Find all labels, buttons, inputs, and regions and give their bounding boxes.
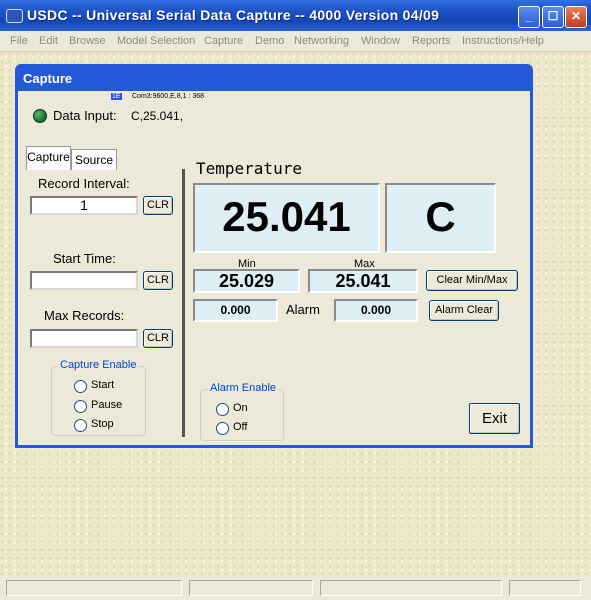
status-panel-3 — [320, 580, 502, 596]
app-icon — [6, 9, 23, 23]
menu-capture[interactable]: Capture — [204, 35, 243, 47]
max-records-label: Max Records: — [44, 308, 125, 323]
reading-unit: C — [385, 183, 496, 253]
max-value: 25.041 — [308, 269, 418, 293]
menu-window[interactable]: Window — [361, 35, 400, 47]
close-button[interactable]: ✕ — [565, 6, 587, 28]
com-settings: Com3:9600,E,8,1 : 368 — [132, 93, 204, 100]
exit-button[interactable]: Exit — [469, 403, 520, 434]
alarm-label: Alarm — [286, 302, 320, 317]
menu-browse[interactable]: Browse — [69, 35, 106, 47]
reading-value: 25.041 — [193, 183, 380, 253]
record-interval-label: Record Interval: — [38, 176, 130, 191]
start-time-clr-button[interactable]: CLR — [143, 271, 173, 290]
status-panel-1 — [6, 580, 182, 596]
status-panel-2 — [189, 580, 313, 596]
menu-bar: File Edit Browse Model Selection Capture… — [0, 31, 591, 52]
tab-source[interactable]: Source — [71, 149, 117, 170]
title-bar: USDC -- Universal Serial Data Capture --… — [0, 0, 591, 31]
data-input-value: C,25.041, — [131, 109, 184, 123]
menu-reports[interactable]: Reports — [412, 35, 451, 47]
alarm-off-radio[interactable] — [216, 422, 229, 435]
alarm-off-label: Off — [233, 421, 248, 433]
maximize-button[interactable]: ☐ — [542, 6, 564, 28]
minimize-button[interactable]: _ — [518, 6, 540, 28]
capture-window: Capture 1E Com3:9600,E,8,1 : 368 Data In… — [15, 64, 533, 448]
window-title: USDC -- Universal Serial Data Capture --… — [27, 7, 440, 23]
alarm-clear-button[interactable]: Alarm Clear — [429, 300, 499, 321]
menu-edit[interactable]: Edit — [39, 35, 58, 47]
max-records-clr-button[interactable]: CLR — [143, 329, 173, 348]
capture-stop-radio[interactable] — [74, 419, 87, 432]
menu-file[interactable]: File — [10, 35, 28, 47]
record-interval-clr-button[interactable]: CLR — [143, 196, 173, 215]
clear-min-max-button[interactable]: Clear Min/Max — [426, 270, 518, 291]
capture-settings-panel: Capture Source Record Interval: 1 CLR St… — [26, 146, 185, 439]
alarm-low-value[interactable]: 0.000 — [193, 299, 278, 322]
status-panel-4 — [509, 580, 581, 596]
alarm-on-label: On — [233, 402, 248, 414]
capture-start-label: Start — [91, 379, 115, 391]
data-input-label: Data Input: — [53, 108, 117, 123]
max-records-input[interactable] — [30, 329, 138, 348]
capture-pause-label: Pause — [91, 399, 123, 411]
menu-model-selection[interactable]: Model Selection — [117, 35, 195, 47]
record-interval-input[interactable]: 1 — [30, 196, 138, 215]
start-time-label: Start Time: — [53, 251, 116, 266]
tab-capture[interactable]: Capture — [26, 146, 71, 170]
reading-label: Temperature — [196, 159, 302, 178]
min-value: 25.029 — [193, 269, 300, 293]
capture-stop-label: Stop — [91, 418, 114, 430]
capture-enable-title: Capture Enable — [58, 359, 139, 371]
capture-enable-group: Capture Enable Start Pause Stop — [51, 359, 146, 436]
capture-start-radio[interactable] — [74, 380, 87, 393]
capture-window-title: Capture — [23, 71, 73, 86]
port-badge: 1E — [111, 93, 122, 100]
data-input-led-icon — [33, 109, 47, 123]
reading-panel: Temperature 25.041 C Min Max 25.029 25.0… — [188, 149, 530, 441]
menu-networking[interactable]: Networking — [294, 35, 349, 47]
start-time-input[interactable] — [30, 271, 138, 290]
alarm-enable-group: Alarm Enable On Off — [200, 382, 284, 441]
menu-demo[interactable]: Demo — [255, 35, 284, 47]
alarm-high-value[interactable]: 0.000 — [334, 299, 418, 322]
status-bar — [0, 576, 591, 600]
capture-pause-radio[interactable] — [74, 400, 87, 413]
capture-tab-body: Record Interval: 1 CLR Start Time: CLR M… — [26, 169, 185, 437]
alarm-on-radio[interactable] — [216, 403, 229, 416]
capture-window-client: 1E Com3:9600,E,8,1 : 368 Data Input: C,2… — [18, 91, 530, 445]
menu-instructions-help[interactable]: Instructions/Help — [462, 35, 544, 47]
alarm-enable-title: Alarm Enable — [208, 382, 279, 394]
